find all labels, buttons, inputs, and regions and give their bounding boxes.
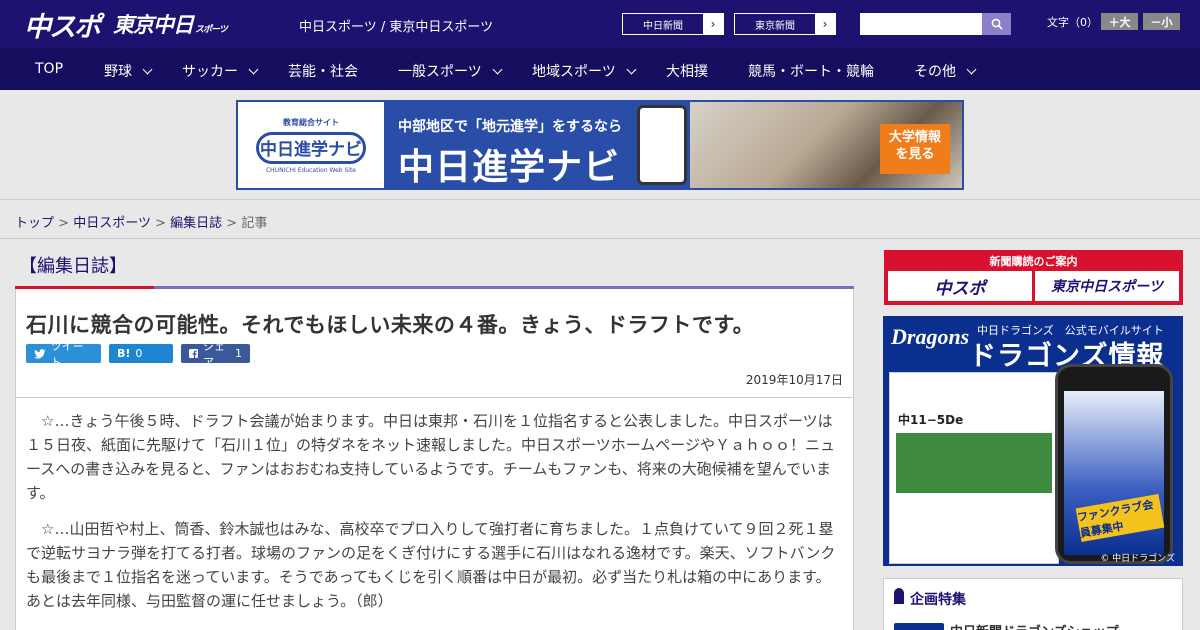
hatena-count: 0 — [135, 347, 143, 360]
font-size-label: 文字（0） — [1047, 16, 1098, 29]
banner-cta: 大学情報を見る — [880, 124, 950, 174]
search-box — [860, 13, 1011, 35]
chunichi-shimbun-button[interactable]: 中日新聞 › — [622, 13, 724, 35]
dragons-score: 中11−5De — [898, 413, 964, 427]
banner-logo-panel: 教育総合サイト 中日進学ナビ CHUNICHI Education Web Si… — [238, 102, 384, 188]
nav-item-entertainment[interactable]: 芸能・社会 — [288, 61, 358, 81]
search-button[interactable] — [982, 13, 1011, 35]
chevron-right-icon: › — [815, 14, 835, 34]
tweet-button[interactable]: ツイート — [26, 340, 101, 369]
subscription-banner[interactable]: 新聞購読のご案内 中スポ 東京中日スポーツ — [884, 250, 1183, 305]
hatena-icon: B! — [117, 347, 131, 360]
logo-tokyo-chunichi: 東京中日 スポーツ — [113, 14, 228, 37]
dragons-fanclub-tag: ファンクラブ会員募集中 — [1075, 493, 1165, 543]
nav-item-other[interactable]: その他 — [914, 61, 977, 81]
nav-item-regional-sports[interactable]: 地域スポーツ — [532, 61, 637, 81]
article-date: 2019年10月17日 — [745, 373, 843, 387]
site-logo[interactable]: 中スポ 東京中日 スポーツ — [24, 6, 228, 42]
banner-logo: 中日進学ナビ — [256, 131, 366, 164]
chevron-down-icon — [966, 64, 977, 74]
chevron-down-icon — [142, 64, 153, 74]
search-input[interactable] — [860, 13, 982, 35]
font-smaller-button[interactable]: －小 — [1143, 13, 1180, 30]
twitter-icon — [34, 348, 46, 359]
nav-item-general-sports[interactable]: 一般スポーツ — [398, 61, 503, 81]
feature-section: 企画特集 中日新聞ドラゴンズショップ — [883, 578, 1183, 630]
tokyo-shimbun-button[interactable]: 東京新聞 › — [734, 13, 836, 35]
subscription-tokyo-chunichi: 東京中日スポーツ — [1035, 271, 1179, 301]
hatena-bookmark-button[interactable]: B! 0 — [109, 344, 173, 363]
breadcrumb-current: 記事 — [241, 216, 268, 231]
nav-item-top[interactable]: TOP — [35, 61, 63, 77]
banner-phone-image — [634, 102, 690, 188]
chevron-down-icon — [492, 64, 503, 74]
ad-banner-shingaku-navi[interactable]: 教育総合サイト 中日進学ナビ CHUNICHI Education Web Si… — [236, 100, 964, 190]
chevron-down-icon — [248, 64, 259, 74]
nav-item-sumo[interactable]: 大相撲 — [666, 61, 708, 81]
chevron-down-icon — [626, 64, 637, 74]
banner-photo: 大学情報を見る — [690, 102, 962, 188]
dragons-copyright: © 中日ドラゴンズ — [1100, 554, 1175, 564]
subscription-chuspo: 中スポ — [888, 271, 1032, 301]
facebook-count: 1 — [235, 347, 242, 360]
facebook-icon — [189, 349, 198, 358]
facebook-share-button[interactable]: シェア 1 — [181, 340, 250, 369]
article-body: ☆…きょう午後５時、ドラフト会議が始まります。中日は東邦・石川を１位指名すると公… — [26, 409, 844, 625]
dragons-phone-image: ファンクラブ会員募集中 — [1055, 364, 1173, 564]
dragons-logo: Dragons — [891, 324, 970, 349]
nav-item-racing[interactable]: 競馬・ボート・競輪 — [748, 61, 874, 81]
baseball-field-image — [896, 433, 1052, 493]
logo-chuspo: 中スポ — [24, 11, 101, 42]
feature-title: 企画特集 — [910, 592, 966, 608]
font-larger-button[interactable]: ＋大 — [1101, 13, 1138, 30]
breadcrumb-chunichi-sports[interactable]: 中日スポーツ — [73, 216, 151, 231]
main-nav: TOP 野球 サッカー 芸能・社会 一般スポーツ 地域スポーツ 大相撲 競馬・ボ… — [0, 48, 1200, 90]
banner-copy: 中部地区で「地元進学」をするなら 中日進学ナビ — [398, 119, 622, 188]
site-header: 中スポ 東京中日 スポーツ 中日スポーツ / 東京中日スポーツ 中日新聞 › 東京… — [0, 0, 1200, 48]
breadcrumb-top[interactable]: トップ — [15, 216, 54, 231]
divider — [16, 397, 853, 398]
ribbon-icon — [894, 588, 904, 604]
breadcrumb-bar: トップ > 中日スポーツ > 編集日誌 > 記事 — [0, 199, 1200, 239]
subscription-title: 新聞購読のご案内 — [989, 255, 1078, 268]
dragons-mobile-ad[interactable]: Dragons 中日ドラゴンズ 公式モバイルサイト ドラゴンズ情報 中11−5D… — [883, 316, 1183, 566]
category-title: 【編集日誌】 — [19, 256, 127, 277]
feature-thumbnail — [894, 623, 944, 630]
feature-link-dragons-shop[interactable]: 中日新聞ドラゴンズショップ — [950, 621, 1119, 630]
nav-item-baseball[interactable]: 野球 — [104, 61, 153, 81]
article-paragraph: ☆…山田哲や村上、筒香、鈴木誠也はみな、高校卒でプロ入りして強打者に育ちました。… — [26, 520, 836, 610]
dragons-score-screen: 中11−5De — [889, 372, 1059, 564]
breadcrumb: トップ > 中日スポーツ > 編集日誌 > 記事 — [15, 216, 268, 231]
nav-item-soccer[interactable]: サッカー — [182, 61, 259, 81]
search-icon — [991, 18, 1003, 30]
chevron-right-icon: › — [703, 14, 723, 34]
site-names: 中日スポーツ / 東京中日スポーツ — [299, 20, 494, 35]
article-headline: 石川に競合の可能性。それでもほしい未来の４番。きょう、ドラフトです。 — [26, 313, 755, 337]
article-paragraph: ☆…きょう午後５時、ドラフト会議が始まります。中日は東邦・石川を１位指名すると公… — [26, 412, 835, 502]
breadcrumb-editorial-diary[interactable]: 編集日誌 — [170, 216, 222, 231]
article: 石川に競合の可能性。それでもほしい未来の４番。きょう、ドラフトです。 ツイート … — [15, 289, 854, 630]
